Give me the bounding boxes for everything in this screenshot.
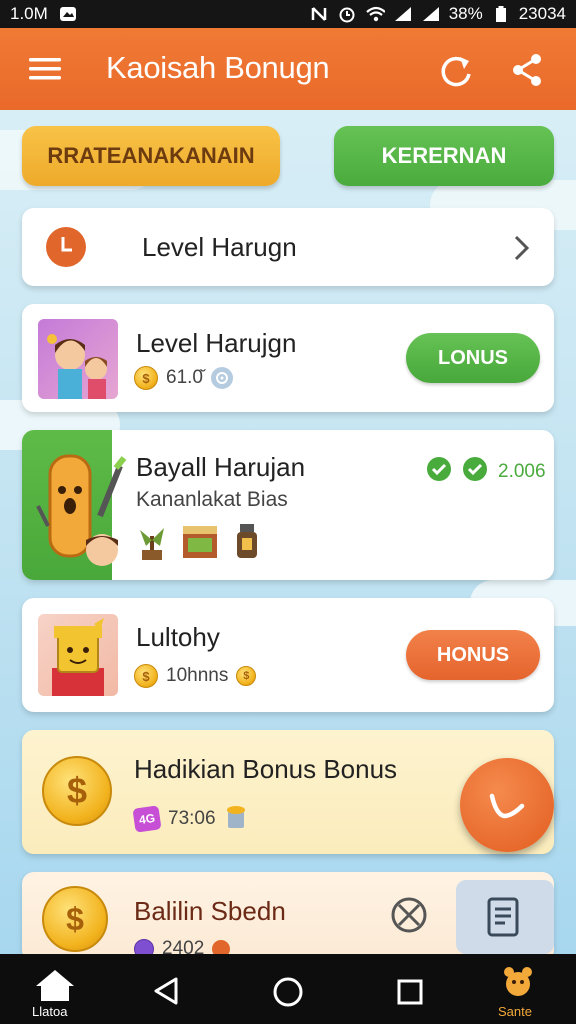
gear-icon: [210, 367, 233, 389]
card-4-title: Hadikian Bonus Bonus: [134, 754, 398, 784]
image-notification-icon: [58, 5, 78, 23]
card-4-value: 73:06: [168, 808, 216, 829]
lantern-icon: [232, 522, 262, 567]
card-3-value: 10hnns: [166, 665, 229, 686]
clock-time: 23034: [518, 4, 566, 23]
card-1-stats: $ 61.0̆: [134, 366, 233, 390]
battery-icon: [491, 5, 511, 23]
card-1-bonus-button[interactable]: LONUS: [406, 333, 540, 383]
big-coin-icon: $: [42, 756, 112, 826]
character-thumbnail: [30, 446, 130, 570]
card-2-items: [136, 522, 262, 567]
coin-icon: $: [134, 664, 158, 688]
level-row[interactable]: Level Harugn: [22, 208, 554, 286]
bonus-card-1: Level Harujgn $ 61.0̆ LONUS: [22, 304, 554, 412]
coin-small-icon: $: [236, 666, 257, 686]
big-coin-icon: $: [42, 886, 108, 952]
bonus-card-5: $ Balilin Sbedn 2402: [22, 872, 554, 962]
network-badge: 4G: [132, 805, 162, 833]
cancel-circle-icon[interactable]: [390, 896, 428, 939]
clock-icon: [46, 227, 86, 267]
primary-tab-button[interactable]: RRATEANAKANAIN: [22, 126, 280, 186]
card-5-title: Balilin Sbedn: [134, 896, 286, 926]
toy-thumbnail: [38, 614, 118, 696]
card-3-bonus-button[interactable]: HONUS: [406, 630, 540, 680]
signal-2-icon: [421, 5, 441, 23]
home-tab-label: Llatoa: [32, 1004, 68, 1019]
refresh-icon[interactable]: [436, 50, 476, 90]
menu-icon[interactable]: [26, 52, 66, 86]
level-row-title: Level Harugn: [142, 232, 297, 262]
recents-icon[interactable]: [396, 978, 424, 1011]
home-tab[interactable]: [34, 968, 76, 1007]
plant-icon: [136, 522, 168, 567]
chevron-right-icon: [512, 234, 532, 267]
app-title: Kaoisah Bonugn: [106, 50, 330, 85]
bucket-icon: [224, 802, 248, 836]
wifi-icon: [365, 5, 385, 23]
bonus-card-2: Bayall Harujan Kananlakat Bias 2.006: [22, 430, 554, 580]
kids-thumbnail: [38, 319, 118, 399]
card-3-stats: $ 10hnns $: [134, 664, 257, 688]
card-2-title: Bayall Harujan: [136, 452, 306, 482]
card-2-value: 2.006: [498, 461, 546, 482]
mascot-icon: [504, 967, 532, 996]
secondary-tab-button[interactable]: KERERNAN: [334, 126, 554, 186]
home-icon: [36, 970, 74, 1001]
notes-icon: [487, 897, 519, 937]
check-icon: [489, 793, 525, 819]
floating-action-button[interactable]: [460, 758, 554, 852]
card-4-stats: 4G 73:06: [132, 802, 248, 836]
back-icon[interactable]: [152, 976, 180, 1011]
alarm-icon: [337, 5, 357, 23]
check-badge-icon: [426, 456, 452, 488]
mascot-tab[interactable]: [500, 964, 536, 1005]
card-2-subtitle: Kananlakat Bias: [136, 488, 288, 511]
card-3-title: Lultohy: [136, 622, 220, 652]
app-bar: Kaoisah Bonugn: [0, 28, 576, 110]
coin-icon: $: [134, 366, 158, 390]
check-badge-2-icon: [462, 456, 488, 488]
bonus-card-3: Lultohy $ 10hnns $ HONUS: [22, 598, 554, 712]
card-1-value: 61.0̆: [166, 367, 203, 388]
signal-icon: [393, 5, 413, 23]
nfc-icon: [309, 5, 329, 23]
card-1-title: Level Harujgn: [136, 328, 297, 358]
home-circle-icon[interactable]: [272, 976, 304, 1013]
shop-icon: [180, 522, 220, 567]
data-speed-text: 1.0M: [10, 4, 48, 23]
battery-percent: 38%: [448, 4, 483, 23]
notes-button[interactable]: [456, 880, 554, 954]
share-icon[interactable]: [508, 50, 548, 90]
mascot-tab-label: Sante: [498, 1004, 532, 1019]
system-nav-bar: Llatoa Sante: [0, 954, 576, 1024]
status-bar: 1.0M 38% 23034: [0, 0, 576, 28]
card-2-stats: 2.006: [426, 456, 546, 488]
